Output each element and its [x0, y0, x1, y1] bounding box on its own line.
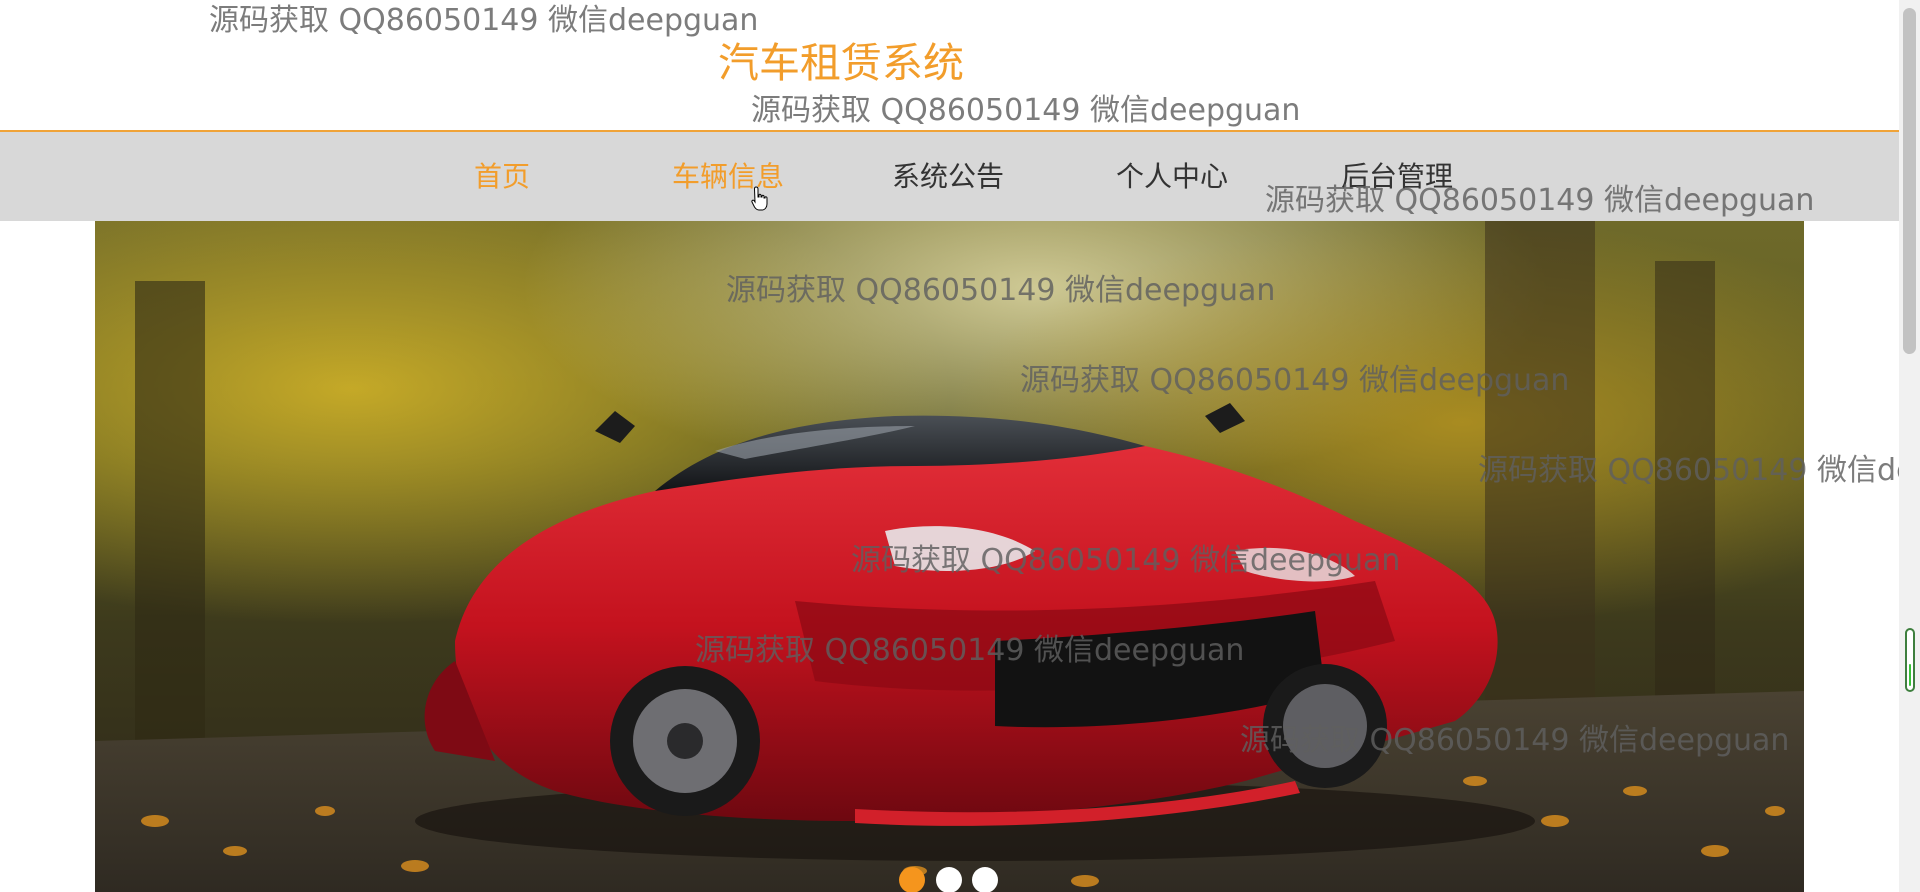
scrollbar-thumb[interactable]: [1903, 8, 1916, 354]
carousel-dot-2[interactable]: [936, 867, 962, 892]
vertical-scrollbar[interactable]: [1899, 0, 1920, 892]
nav-item-personal-center[interactable]: 个人中心: [1116, 132, 1228, 221]
nav-item-announcements[interactable]: 系统公告: [892, 132, 1004, 221]
site-title: 汽车租赁系统: [718, 39, 964, 87]
banner-carousel[interactable]: [95, 221, 1804, 892]
nav-item-admin[interactable]: 后台管理: [1341, 132, 1453, 221]
scroll-indicator-icon: [1905, 628, 1915, 692]
site-header: 汽车租赁系统: [0, 0, 1899, 132]
hand-pointer-icon: [751, 186, 768, 211]
nav-item-home[interactable]: 首页: [474, 132, 530, 221]
carousel-dot-3[interactable]: [972, 867, 998, 892]
carousel-dot-1[interactable]: [899, 867, 925, 892]
banner-car-image: [95, 221, 1804, 892]
page: 汽车租赁系统 首页 车辆信息 系统公告 个人中心 后台管理 源码获取 QQ860…: [0, 0, 1899, 892]
main-nav: 首页 车辆信息 系统公告 个人中心 后台管理: [0, 132, 1899, 221]
